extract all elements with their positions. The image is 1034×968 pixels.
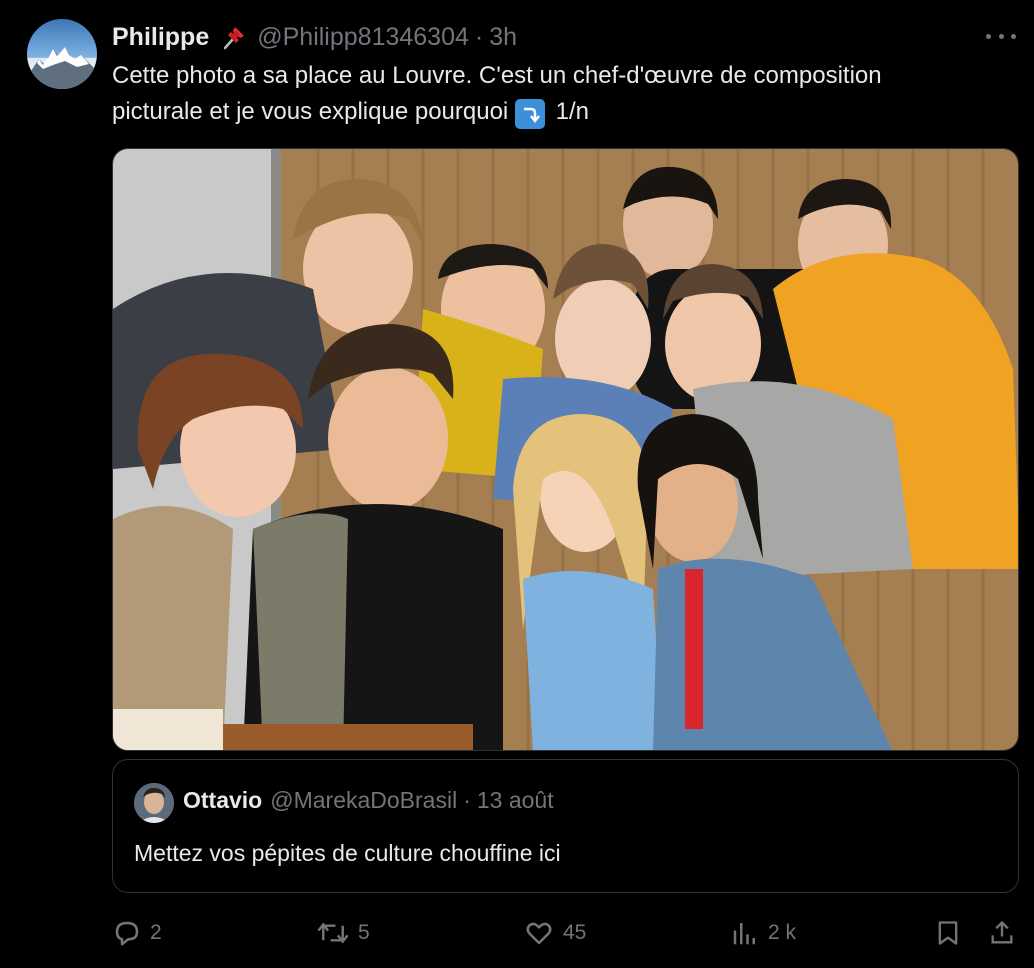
tweet-header: Philippe @Philipp81346304 · 3h [112, 20, 517, 54]
group-photo-image [113, 149, 1018, 750]
tweet-time[interactable]: 3h [489, 23, 517, 52]
author-handle[interactable]: @Philipp81346304 [257, 23, 469, 52]
tweet-photo[interactable] [112, 148, 1019, 751]
tweet-text-line-2: picturale et je vous explique pourquoi 1… [112, 94, 1012, 130]
reply-button[interactable]: 2 [112, 915, 162, 951]
tweet-text-thread-counter: 1/n [555, 98, 589, 125]
bookmark-button[interactable] [934, 915, 970, 951]
views-button[interactable]: 2 k [730, 915, 796, 951]
author-name[interactable]: Philippe [112, 23, 209, 52]
retweet-button[interactable]: 5 [316, 915, 370, 951]
quoted-author-name: Ottavio [183, 787, 263, 813]
like-count: 45 [563, 921, 587, 944]
arrow-curving-down-icon [514, 99, 545, 129]
tweet-actions-bar: 2 5 45 2 k [0, 915, 1034, 951]
reply-icon [115, 921, 139, 946]
views-chart-icon [733, 923, 755, 945]
bookmark-icon [938, 921, 958, 945]
quoted-tweet-header: Ottavio @MarekaDoBrasil · 13 août [183, 787, 554, 814]
share-icon [991, 920, 1013, 944]
heart-icon [526, 922, 552, 945]
retweet-icon [317, 922, 349, 944]
author-avatar[interactable] [27, 19, 97, 89]
reply-count: 2 [150, 921, 162, 944]
share-button[interactable] [988, 915, 1024, 951]
pushpin-icon [219, 22, 249, 52]
tweet-text: Cette photo a sa place au Louvre. C'est … [112, 58, 1012, 130]
quoted-author-avatar [134, 783, 174, 823]
tweet-text-line-2-start: picturale et je vous explique pourquoi [112, 98, 509, 125]
quoted-tweet-date: 13 août [476, 787, 554, 813]
more-options-icon[interactable] [986, 24, 1016, 48]
retweet-count: 5 [358, 921, 370, 944]
quoted-tweet[interactable]: Ottavio @MarekaDoBrasil · 13 août Mettez… [112, 759, 1019, 893]
views-count: 2 k [768, 921, 797, 944]
quoted-author-handle: @MarekaDoBrasil [270, 787, 458, 813]
mountain-avatar-image [27, 47, 97, 89]
tweet-text-line-1: Cette photo a sa place au Louvre. C'est … [112, 62, 882, 89]
separator-dot: · [474, 22, 484, 51]
like-button[interactable]: 45 [523, 915, 586, 951]
quoted-tweet-text: Mettez vos pépites de culture chouffine … [134, 840, 561, 866]
quoted-separator-dot: · [463, 787, 471, 813]
